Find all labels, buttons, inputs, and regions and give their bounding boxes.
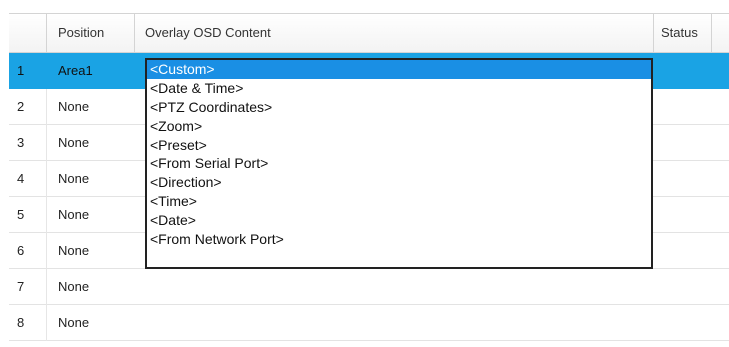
row-separator [46,305,47,341]
row-index: 7 [17,279,25,294]
dropdown-option-from-network-port[interactable]: <From Network Port> [147,230,651,249]
row-position: None [58,135,90,150]
column-header-status[interactable]: Status [661,14,698,52]
row-index: 5 [17,207,25,222]
row-separator [46,161,47,197]
dropdown-option-date-time[interactable]: <Date & Time> [147,79,651,98]
row-separator [46,125,47,161]
header-separator [46,14,47,52]
osd-content-dropdown-list[interactable]: <Custom> <Date & Time> <PTZ Coordinates>… [145,58,653,269]
row-position: Area1 [58,63,93,78]
dropdown-option-date[interactable]: <Date> [147,211,651,230]
dropdown-option-time[interactable]: <Time> [147,192,651,211]
table-header: Position Overlay OSD Content Status [9,13,729,53]
dropdown-option-custom[interactable]: <Custom> [147,60,651,79]
row-separator [46,233,47,269]
row-position: None [58,207,90,222]
header-separator [711,14,712,52]
row-separator [46,197,47,233]
row-index: 3 [17,135,25,150]
column-header-position[interactable]: Position [58,14,104,52]
row-position: None [58,315,90,330]
table-row[interactable]: 8 None [9,305,729,341]
dropdown-option-zoom[interactable]: <Zoom> [147,117,651,136]
row-index: 4 [17,171,25,186]
row-position: None [58,171,90,186]
row-index: 1 [17,63,25,78]
header-separator [653,14,654,52]
dropdown-option-direction[interactable]: <Direction> [147,173,651,192]
row-position: None [58,279,90,294]
row-position: None [58,99,90,114]
row-index: 2 [17,99,25,114]
row-index: 6 [17,243,25,258]
dropdown-option-preset[interactable]: <Preset> [147,136,651,155]
row-position: None [58,243,90,258]
row-separator [46,53,47,89]
column-header-overlay-osd-content[interactable]: Overlay OSD Content [145,14,271,52]
row-separator [46,89,47,125]
dropdown-option-from-serial-port[interactable]: <From Serial Port> [147,154,651,173]
header-separator [134,14,135,52]
table-row[interactable]: 7 None [9,269,729,305]
row-index: 8 [17,315,25,330]
dropdown-option-ptz-coordinates[interactable]: <PTZ Coordinates> [147,98,651,117]
row-separator [46,269,47,305]
